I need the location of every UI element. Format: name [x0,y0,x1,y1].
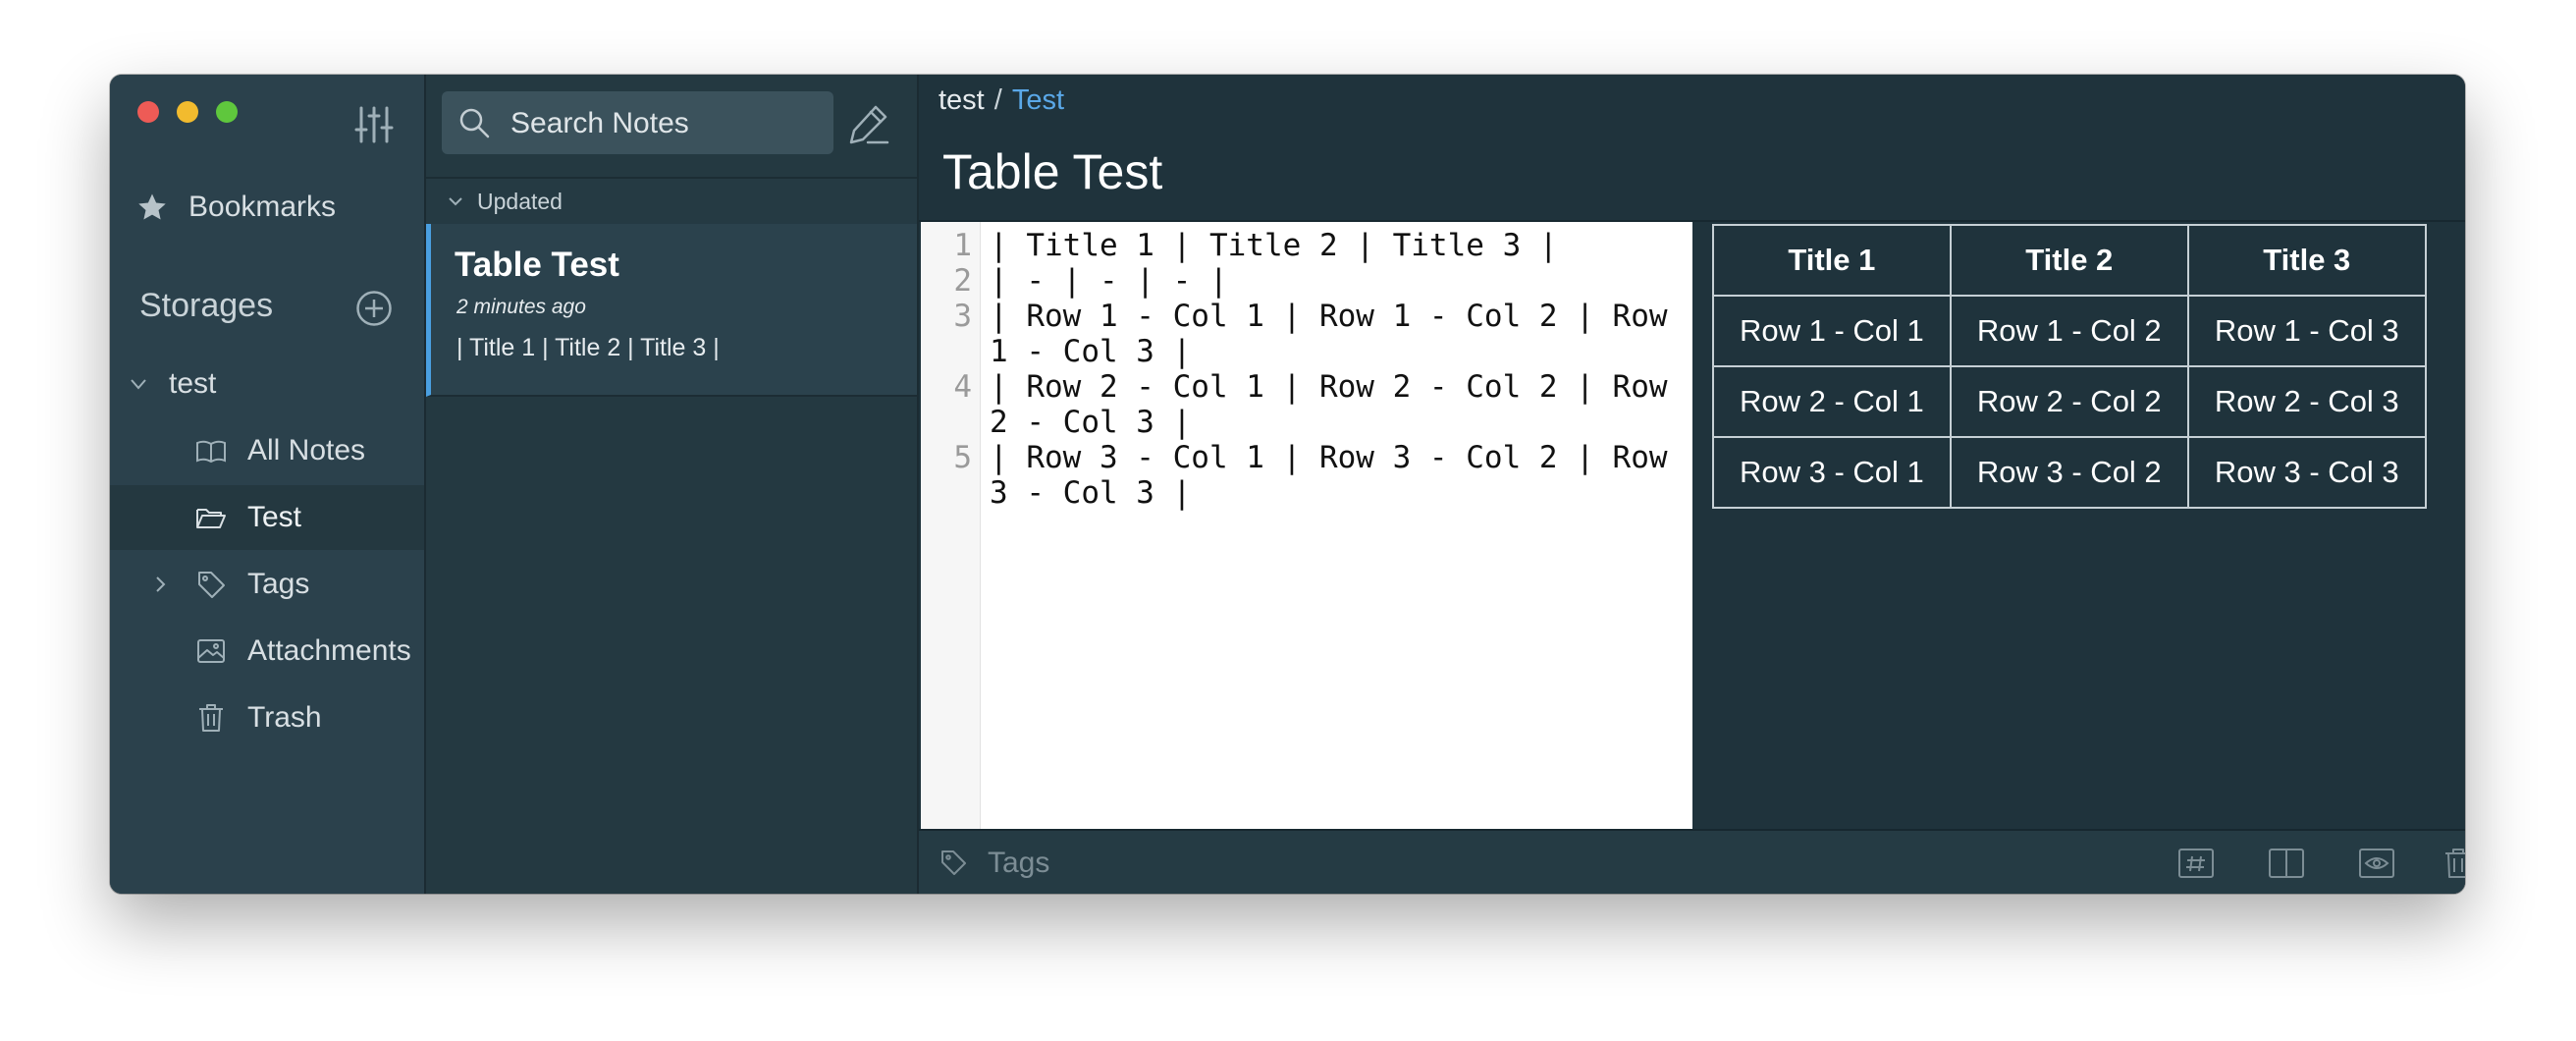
code-line[interactable]: | - | - | - | [990,263,1685,299]
preview-table: Title 1 Title 2 Title 3 Row 1 - Col 1 Ro… [1712,224,2427,509]
zoom-window-button[interactable] [216,101,238,123]
table-header-cell: Title 1 [1712,224,1952,297]
sidebar-bookmarks-label: Bookmarks [188,191,337,223]
table-cell: Row 3 - Col 3 [2186,436,2427,509]
line-number: 2 [953,263,972,299]
sidebar-item-label: Attachments [247,634,411,667]
app-window: Bookmarks Storages test All Notes Test T… [110,75,2465,894]
chevron-down-icon [131,379,146,390]
table-cell: Row 2 - Col 3 [2186,365,2427,438]
tag-icon [941,850,966,875]
sidebar-item-tags[interactable]: Tags [110,552,424,617]
code-line[interactable]: | Row 1 - Col 1 | Row 1 - Col 2 | Row 1 … [990,299,1685,369]
search-icon [459,108,490,138]
star-icon [138,193,166,220]
sidebar: Bookmarks Storages test All Notes Test T… [110,75,426,894]
sidebar-item-test[interactable]: Test [110,485,424,550]
sidebar-item-label: Test [247,501,302,533]
markdown-editor[interactable]: 1 2 3 4 5 | Title 1 | Title 2 | Title 3 … [921,222,1692,829]
sidebar-item-label: Tags [247,568,310,600]
trash-icon [199,704,223,732]
sort-control[interactable]: Updated [426,177,917,228]
code-line[interactable]: | Row 3 - Col 1 | Row 3 - Col 2 | Row 3 … [990,440,1685,511]
chevron-down-icon [449,197,462,206]
table-cell: Row 1 - Col 3 [2186,295,2427,367]
sidebar-item-attachments[interactable]: Attachments [110,619,424,684]
sidebar-bookmarks[interactable]: Bookmarks [110,175,424,240]
list-item[interactable]: Table Test 2 minutes ago | Title 1 | Tit… [426,224,917,397]
close-window-button[interactable] [137,101,159,123]
note-item-title: Table Test [455,246,619,284]
trash-icon[interactable] [2442,847,2465,880]
note-item-snippet: | Title 1 | Title 2 | Title 3 | [456,334,720,361]
storages-heading: Storages [139,287,274,324]
code-line[interactable]: | Title 1 | Title 2 | Title 3 | [990,228,1685,263]
tag-icon [198,572,225,598]
sidebar-item-trash[interactable]: Trash [110,685,424,750]
table-cell: Row 1 - Col 1 [1712,295,1952,367]
note-footer-toolbar: Tags [919,829,2465,894]
line-number-gutter: 1 2 3 4 5 [921,222,981,829]
preferences-sliders-icon[interactable] [353,104,395,145]
table-cell: Row 2 - Col 1 [1712,365,1952,438]
breadcrumb-folder[interactable]: Test [1012,84,1064,116]
chevron-right-icon [156,576,166,592]
tags-input[interactable]: Tags [988,847,1049,880]
markdown-preview: Title 1 Title 2 Title 3 Row 1 - Col 1 Ro… [1693,222,2465,829]
table-header-cell: Title 3 [2186,224,2427,297]
table-cell: Row 2 - Col 2 [1949,365,2189,438]
line-number: 3 [953,299,972,334]
sort-label: Updated [477,189,563,214]
new-note-icon[interactable] [846,101,891,146]
breadcrumb-storage[interactable]: test [939,84,985,116]
minimize-window-button[interactable] [177,101,198,123]
table-row: Row 1 - Col 1 Row 1 - Col 2 Row 1 - Col … [1712,295,2427,367]
table-row: Row 2 - Col 1 Row 2 - Col 2 Row 2 - Col … [1712,365,2427,438]
sidebar-item-label: Trash [247,701,322,734]
preview-eye-icon[interactable] [2358,847,2395,880]
folder-open-icon [196,509,226,528]
search-placeholder: Search Notes [510,107,689,139]
add-storage-icon[interactable] [355,290,393,327]
image-icon [197,639,225,663]
note-title[interactable]: Table Test [942,143,1162,200]
breadcrumb-separator: / [993,84,1002,116]
table-row: Row 3 - Col 1 Row 3 - Col 2 Row 3 - Col … [1712,436,2427,509]
table-header-row: Title 1 Title 2 Title 3 [1712,224,2427,297]
sidebar-item-label: All Notes [247,434,366,466]
sidebar-item-all-notes[interactable]: All Notes [110,418,424,483]
code-line[interactable]: | Row 2 - Col 1 | Row 2 - Col 2 | Row 2 … [990,369,1685,440]
note-detail: test / Test Table Test 1 2 3 4 5 | Title 1… [919,75,2465,894]
table-cell: Row 3 - Col 2 [1949,436,2189,509]
book-icon [196,440,226,464]
breadcrumb: test / Test [939,84,1064,117]
storage-test[interactable]: test [110,352,424,416]
hashtag-icon[interactable] [2177,847,2215,880]
split-view-icon[interactable] [2268,847,2305,880]
table-cell: Row 1 - Col 2 [1949,295,2189,367]
table-cell: Row 3 - Col 1 [1712,436,1952,509]
storage-name: test [169,367,217,400]
line-number: 4 [953,369,972,405]
note-list: Search Notes Updated Table Test 2 minute… [426,75,919,894]
line-number: 1 [953,228,972,263]
table-header-cell: Title 2 [1949,224,2189,297]
line-number: 5 [953,440,972,475]
note-item-time: 2 minutes ago [456,296,586,318]
search-input[interactable]: Search Notes [442,91,833,154]
